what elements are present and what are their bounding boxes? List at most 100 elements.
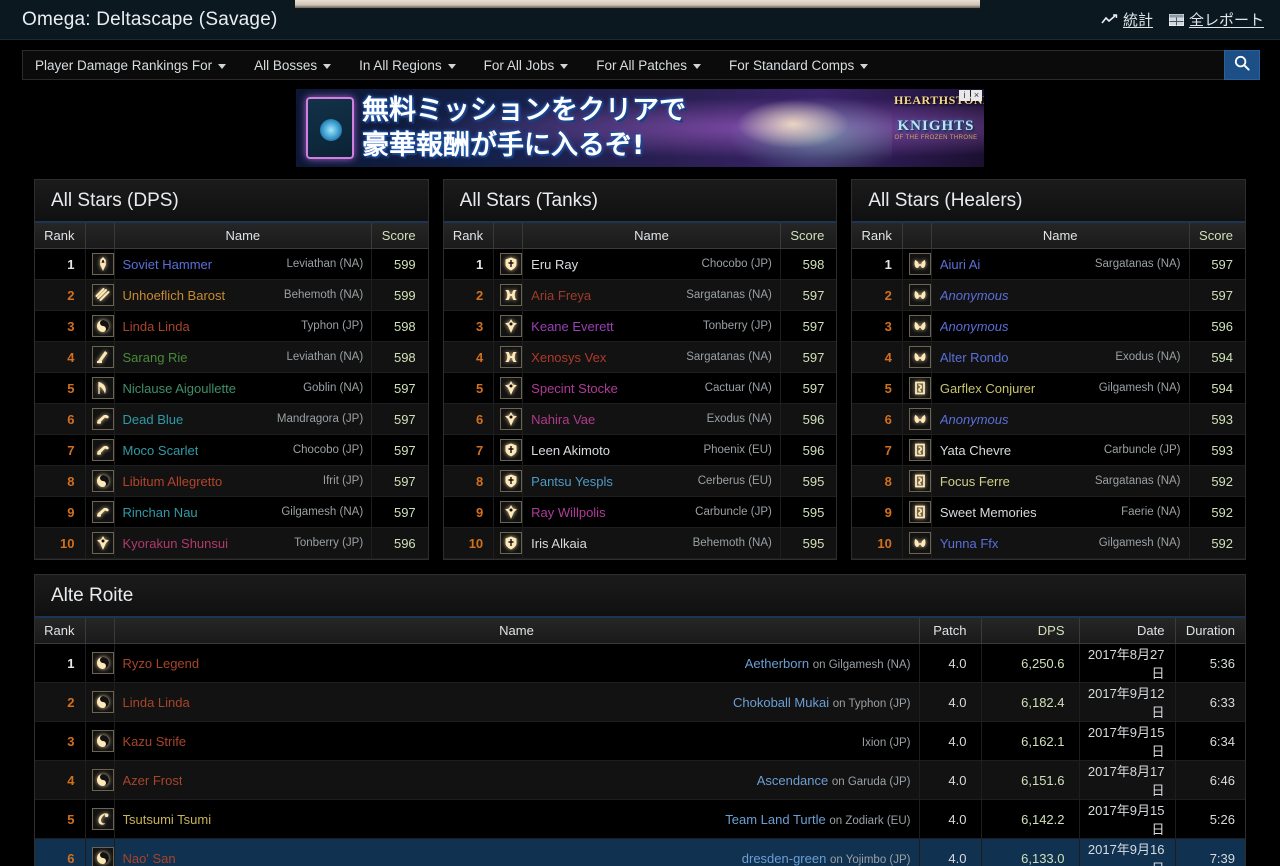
table-row[interactable]: 1 Ryzo Legend Aetherborn on Gilgamesh (NA)… [35,643,1245,683]
player-name[interactable]: Aria Freya [531,288,591,303]
player-name[interactable]: Aiuri Ai [940,257,980,272]
table-row[interactable]: 6 Nao' San dresden-green on Yojimbo (JP) 4.… [35,838,1245,866]
table-row[interactable]: 4 Sarang Rie Leviathan (NA) 598 [35,341,428,373]
player-name[interactable]: Yunna Ffx [940,536,999,551]
col-date[interactable]: Date [1079,618,1176,644]
player-name[interactable]: Niclause Aigoullette [123,381,236,396]
player-name[interactable]: Xenosys Vex [531,350,606,365]
player-name[interactable]: Dead Blue [123,412,184,427]
table-row[interactable]: 2 Linda Linda Chokoball Mukai on Typhon (J… [35,682,1245,722]
col-rank[interactable]: Rank [35,223,86,249]
col-dps[interactable]: DPS [981,618,1080,644]
player-name[interactable]: Nahira Vae [531,412,595,427]
header-link-stats[interactable]: 統計 [1101,9,1153,30]
player-name[interactable]: Tsutsumi Tsumi [123,812,212,827]
player-name[interactable]: Azer Frost [123,773,183,788]
col-rank[interactable]: Rank [852,223,903,249]
table-row[interactable]: 4 Azer Frost Ascendance on Garuda (JP) 4.0 6… [35,760,1245,800]
table-row[interactable]: 5 Garflex Conjurer Gilgamesh (NA) 594 [852,372,1246,404]
player-name[interactable]: Rinchan Nau [123,505,198,520]
table-row[interactable]: 2 Unhoeflich Barost Behemoth (NA) 599 [35,279,428,311]
player-name[interactable]: Unhoeflich Barost [123,288,226,303]
filter-boss[interactable]: All Bosses [240,51,345,79]
player-name[interactable]: Leen Akimoto [531,443,610,458]
table-row[interactable]: 3 Anonymous 596 [852,310,1246,342]
guild-name[interactable]: Chokoball Mukai [733,695,829,710]
table-row[interactable]: 2 Anonymous 597 [852,279,1246,311]
filter-region[interactable]: In All Regions [345,51,470,79]
filter-job[interactable]: For All Jobs [470,51,583,79]
player-name[interactable]: Sarang Rie [123,350,188,365]
player-name[interactable]: Ray Willpolis [531,505,605,520]
col-name[interactable]: Name [931,223,1190,249]
table-row[interactable]: 5 Specint Stocke Cactuar (NA) 597 [443,372,837,404]
player-name[interactable]: Alter Rondo [940,350,1009,365]
table-row[interactable]: 9 Sweet Memories Faerie (NA) 592 [852,496,1246,528]
col-name[interactable]: Name [522,223,781,249]
player-name[interactable]: Garflex Conjurer [940,381,1035,396]
table-row[interactable]: 7 Yata Chevre Carbuncle (JP) 593 [852,434,1246,466]
col-score[interactable]: Score [371,223,428,249]
filter-comps[interactable]: For Standard Comps [715,51,882,79]
player-name[interactable]: Kazu Strife [123,734,187,749]
guild-name[interactable]: dresden-green [742,851,827,866]
player-name[interactable]: Linda Linda [123,319,190,334]
guild-name[interactable]: Team Land Turtle [725,812,825,827]
player-name[interactable]: Kyorakun Shunsui [123,536,229,551]
table-row[interactable]: 10 Iris Alkaia Behemoth (NA) 595 [443,527,837,559]
table-row[interactable]: 10 Yunna Ffx Gilgamesh (NA) 592 [852,527,1246,559]
col-score[interactable]: Score [1189,223,1246,249]
table-row[interactable]: 4 Xenosys Vex Sargatanas (NA) 597 [443,341,837,373]
player-name[interactable]: Eru Ray [531,257,578,272]
player-name[interactable]: Anonymous [940,412,1009,427]
table-row[interactable]: 1 Aiuri Ai Sargatanas (NA) 597 [852,248,1246,280]
table-row[interactable]: 6 Anonymous 593 [852,403,1246,435]
table-row[interactable]: 9 Rinchan Nau Gilgamesh (NA) 597 [35,496,428,528]
col-patch[interactable]: Patch [919,618,982,644]
hearthstone-ad-banner[interactable]: 無料ミッションをクリアで 豪華報酬が手に入るぞ! HEARTHSTONE KNI… [296,89,984,167]
player-name[interactable]: Anonymous [940,319,1009,334]
player-name[interactable]: Moco Scarlet [123,443,199,458]
col-score[interactable]: Score [780,223,837,249]
table-row[interactable]: 2 Aria Freya Sargatanas (NA) 597 [443,279,837,311]
search-button[interactable] [1224,50,1260,80]
player-name[interactable]: Anonymous [940,288,1009,303]
table-row[interactable]: 5 Niclause Aigoullette Goblin (NA) 597 [35,372,428,404]
table-row[interactable]: 3 Keane Everett Tonberry (JP) 597 [443,310,837,342]
table-row[interactable]: 6 Nahira Vae Exodus (NA) 596 [443,403,837,435]
table-row[interactable]: 8 Focus Ferre Sargatanas (NA) 592 [852,465,1246,497]
table-row[interactable]: 7 Leen Akimoto Phoenix (EU) 596 [443,434,837,466]
col-rank[interactable]: Rank [35,618,86,644]
table-row[interactable]: 1 Eru Ray Chocobo (JP) 598 [443,248,837,280]
table-row[interactable]: 3 Kazu Strife Ixion (JP) 4.0 6,162.1 2017年9月… [35,721,1245,761]
table-row[interactable]: 1 Soviet Hammer Leviathan (NA) 599 [35,248,428,280]
filter-patch[interactable]: For All Patches [582,51,715,79]
guild-name[interactable]: Ascendance [757,773,829,788]
player-name[interactable]: Linda Linda [123,695,190,710]
table-row[interactable]: 8 Pantsu Yespls Cerberus (EU) 595 [443,465,837,497]
col-name[interactable]: Name [114,618,920,644]
table-row[interactable]: 3 Linda Linda Typhon (JP) 598 [35,310,428,342]
player-name[interactable]: Libitum Allegretto [123,474,223,489]
table-row[interactable]: 5 Tsutsumi Tsumi Team Land Turtle on Zodia… [35,799,1245,839]
table-row[interactable]: 7 Moco Scarlet Chocobo (JP) 597 [35,434,428,466]
player-name[interactable]: Yata Chevre [940,443,1011,458]
table-row[interactable]: 9 Ray Willpolis Carbuncle (JP) 595 [443,496,837,528]
filter-rankings-type[interactable]: Player Damage Rankings For [23,51,240,79]
player-name[interactable]: Sweet Memories [940,505,1037,520]
ad-info-icon[interactable]: i [959,90,970,101]
header-link-all-reports[interactable]: 全レポート [1168,9,1264,30]
col-name[interactable]: Name [114,223,373,249]
table-row[interactable]: 8 Libitum Allegretto Ifrit (JP) 597 [35,465,428,497]
ad-close-icon[interactable]: × [971,90,982,101]
player-name[interactable]: Nao' San [123,851,176,866]
player-name[interactable]: Pantsu Yespls [531,474,613,489]
col-rank[interactable]: Rank [443,223,495,249]
player-name[interactable]: Specint Stocke [531,381,618,396]
table-row[interactable]: 4 Alter Rondo Exodus (NA) 594 [852,341,1246,373]
player-name[interactable]: Ryzo Legend [123,656,200,671]
player-name[interactable]: Iris Alkaia [531,536,587,551]
player-name[interactable]: Soviet Hammer [123,257,213,272]
player-name[interactable]: Focus Ferre [940,474,1010,489]
table-row[interactable]: 10 Kyorakun Shunsui Tonberry (JP) 596 [35,527,428,559]
